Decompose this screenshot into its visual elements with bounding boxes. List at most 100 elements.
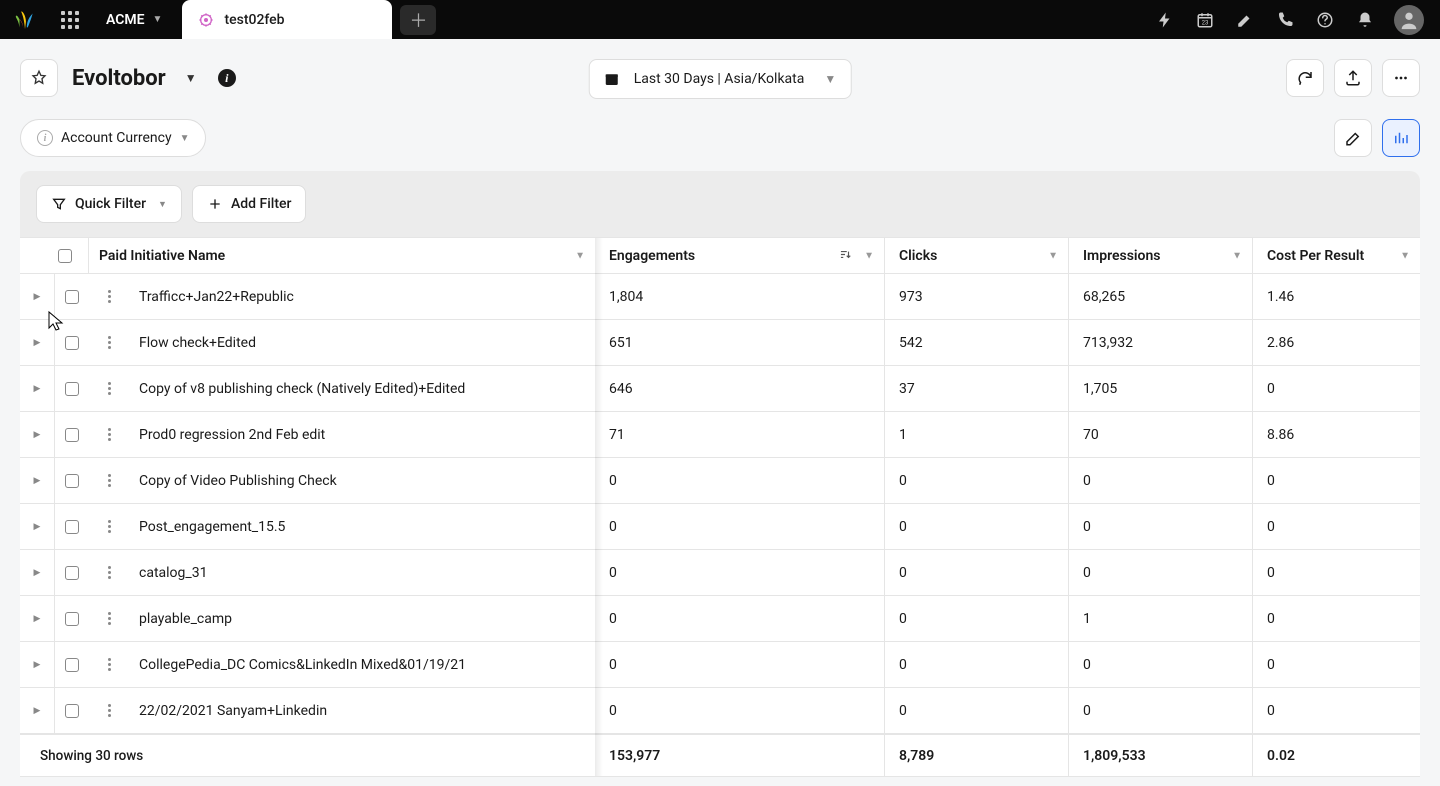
expand-icon[interactable]: ▶ bbox=[34, 614, 41, 624]
table-row[interactable]: ▶ CollegePedia_DC Comics&LinkedIn Mixed&… bbox=[20, 642, 1420, 688]
cell-cost: 0 bbox=[1253, 504, 1420, 549]
row-checkbox[interactable] bbox=[65, 704, 79, 718]
app-switcher-icon[interactable] bbox=[50, 0, 90, 39]
expand-icon[interactable]: ▶ bbox=[34, 338, 41, 348]
export-button[interactable] bbox=[1334, 59, 1372, 97]
table-row[interactable]: ▶ Trafficc+Jan22+Republic 1,804 973 68,2… bbox=[20, 274, 1420, 320]
title-chevron-icon[interactable]: ▼ bbox=[180, 67, 202, 89]
header-name[interactable]: Paid Initiative Name ▼ bbox=[89, 238, 595, 273]
table-row[interactable]: ▶ catalog_31 0 0 0 0 bbox=[20, 550, 1420, 596]
cell-cost: 0 bbox=[1253, 458, 1420, 503]
footer-summary: Showing 30 rows bbox=[20, 735, 595, 776]
table-row[interactable]: ▶ Prod0 regression 2nd Feb edit 71 1 70 … bbox=[20, 412, 1420, 458]
row-checkbox[interactable] bbox=[65, 566, 79, 580]
row-checkbox[interactable] bbox=[65, 382, 79, 396]
row-menu-icon[interactable] bbox=[108, 474, 111, 487]
date-range-picker[interactable]: Last 30 Days | Asia/Kolkata ▼ bbox=[589, 59, 852, 99]
triangle-down-icon[interactable]: ▼ bbox=[1400, 250, 1410, 261]
phone-icon[interactable] bbox=[1274, 9, 1296, 31]
calendar-solid-icon bbox=[604, 71, 620, 87]
add-filter-button[interactable]: Add Filter bbox=[192, 185, 307, 223]
row-checkbox[interactable] bbox=[65, 658, 79, 672]
refresh-button[interactable] bbox=[1286, 59, 1324, 97]
expand-icon[interactable]: ▶ bbox=[34, 430, 41, 440]
tab-active[interactable]: test02feb bbox=[182, 0, 392, 39]
cell-clicks: 973 bbox=[885, 274, 1069, 319]
sort-icon[interactable] bbox=[838, 247, 852, 264]
favorite-button[interactable] bbox=[20, 59, 58, 97]
cell-impressions: 0 bbox=[1069, 504, 1253, 549]
workspace-selector[interactable]: ACME ▼ bbox=[90, 0, 178, 39]
table-row[interactable]: ▶ Post_engagement_15.5 0 0 0 0 bbox=[20, 504, 1420, 550]
row-checkbox[interactable] bbox=[65, 474, 79, 488]
header-cost[interactable]: Cost Per Result ▼ bbox=[1253, 238, 1420, 273]
info-outline-icon: i bbox=[37, 130, 53, 146]
triangle-down-icon[interactable]: ▼ bbox=[864, 250, 874, 261]
bell-icon[interactable] bbox=[1354, 9, 1376, 31]
triangle-down-icon[interactable]: ▼ bbox=[1232, 250, 1242, 261]
row-checkbox[interactable] bbox=[65, 336, 79, 350]
row-menu-icon[interactable] bbox=[108, 658, 111, 671]
currency-selector[interactable]: i Account Currency ▼ bbox=[20, 119, 206, 157]
table-row[interactable]: ▶ 22/02/2021 Sanyam+Linkedin 0 0 0 0 bbox=[20, 688, 1420, 734]
footer-impressions: 1,809,533 bbox=[1069, 735, 1253, 776]
table-row[interactable]: ▶ Copy of v8 publishing check (Natively … bbox=[20, 366, 1420, 412]
expand-icon[interactable]: ▶ bbox=[34, 292, 41, 302]
expand-icon[interactable]: ▶ bbox=[34, 522, 41, 532]
row-checkbox[interactable] bbox=[65, 428, 79, 442]
info-icon[interactable]: i bbox=[218, 69, 236, 87]
header-clicks[interactable]: Clicks ▼ bbox=[885, 238, 1069, 273]
cell-name: Post_engagement_15.5 bbox=[129, 504, 595, 549]
header-engagements-label: Engagements bbox=[609, 248, 695, 264]
expand-icon[interactable]: ▶ bbox=[34, 660, 41, 670]
expand-icon[interactable]: ▶ bbox=[34, 706, 41, 716]
triangle-down-icon[interactable]: ▼ bbox=[575, 250, 585, 261]
row-menu-icon[interactable] bbox=[108, 566, 111, 579]
table-row[interactable]: ▶ Flow check+Edited 651 542 713,932 2.86 bbox=[20, 320, 1420, 366]
sprinklr-logo-icon bbox=[14, 9, 36, 31]
quick-filter-button[interactable]: Quick Filter ▼ bbox=[36, 185, 182, 223]
cell-engagements: 0 bbox=[595, 458, 885, 503]
row-checkbox[interactable] bbox=[65, 612, 79, 626]
cell-engagements: 0 bbox=[595, 596, 885, 641]
expand-icon[interactable]: ▶ bbox=[34, 384, 41, 394]
more-button[interactable] bbox=[1382, 59, 1420, 97]
row-menu-icon[interactable] bbox=[108, 520, 111, 533]
expand-icon[interactable]: ▶ bbox=[34, 476, 41, 486]
triangle-down-icon[interactable]: ▼ bbox=[1048, 250, 1058, 261]
edit-icon[interactable] bbox=[1234, 9, 1256, 31]
row-checkbox[interactable] bbox=[65, 520, 79, 534]
cell-name: CollegePedia_DC Comics&LinkedIn Mixed&01… bbox=[129, 642, 595, 687]
row-menu-icon[interactable] bbox=[108, 382, 111, 395]
chart-view-toggle[interactable] bbox=[1382, 119, 1420, 157]
calendar-icon[interactable]: 23 bbox=[1194, 9, 1216, 31]
cell-name: playable_camp bbox=[129, 596, 595, 641]
cell-impressions: 0 bbox=[1069, 550, 1253, 595]
filter-icon bbox=[51, 196, 67, 212]
table-row[interactable]: ▶ Copy of Video Publishing Check 0 0 0 0 bbox=[20, 458, 1420, 504]
cell-name: Trafficc+Jan22+Republic bbox=[129, 274, 595, 319]
row-menu-icon[interactable] bbox=[108, 336, 111, 349]
table-header: Paid Initiative Name ▼ Engagements ▼ Cli… bbox=[20, 238, 1420, 274]
avatar[interactable] bbox=[1394, 5, 1424, 35]
table-row[interactable]: ▶ playable_camp 0 0 1 0 bbox=[20, 596, 1420, 642]
edit-columns-button[interactable] bbox=[1334, 119, 1372, 157]
select-all-checkbox[interactable] bbox=[58, 249, 72, 263]
row-checkbox[interactable] bbox=[65, 290, 79, 304]
cell-impressions: 70 bbox=[1069, 412, 1253, 457]
header-engagements[interactable]: Engagements ▼ bbox=[595, 238, 885, 273]
header-impressions[interactable]: Impressions ▼ bbox=[1069, 238, 1253, 273]
app-logo[interactable] bbox=[0, 0, 50, 39]
help-icon[interactable] bbox=[1314, 9, 1336, 31]
row-menu-icon[interactable] bbox=[108, 612, 111, 625]
cell-cost: 0 bbox=[1253, 642, 1420, 687]
cell-cost: 0 bbox=[1253, 596, 1420, 641]
row-menu-icon[interactable] bbox=[108, 428, 111, 441]
row-menu-icon[interactable] bbox=[108, 704, 111, 717]
bolt-icon[interactable] bbox=[1154, 9, 1176, 31]
add-tab-button[interactable]: ＋ bbox=[400, 5, 436, 35]
cell-cost: 0 bbox=[1253, 688, 1420, 733]
expand-icon[interactable]: ▶ bbox=[34, 568, 41, 578]
row-menu-icon[interactable] bbox=[108, 290, 111, 303]
cell-clicks: 542 bbox=[885, 320, 1069, 365]
